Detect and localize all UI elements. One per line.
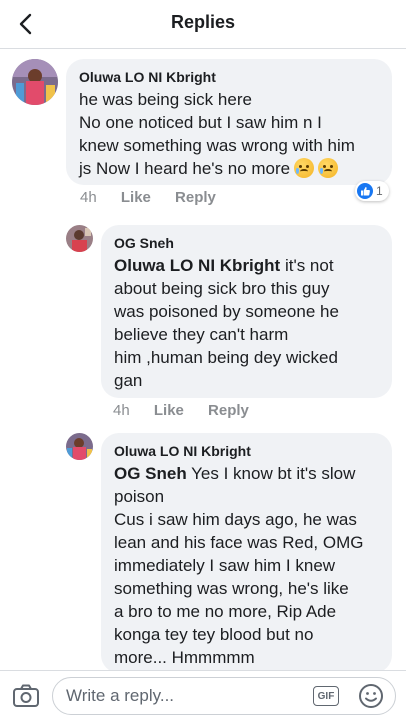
comment-timestamp: 4h	[113, 402, 130, 419]
comment-line: something was wrong, he's like	[114, 579, 349, 598]
crying-face-emoji-icon	[294, 158, 315, 178]
comment-line: a bro to me no more, Rip Ade	[114, 602, 337, 621]
comment-actions: 4h Like Reply	[113, 402, 269, 419]
reply-input[interactable]	[52, 677, 396, 715]
comment-author[interactable]: Oluwa LO NI Kbright	[79, 69, 379, 85]
comment-line: poison	[114, 487, 165, 506]
comment-author[interactable]: OG Sneh	[114, 235, 379, 251]
avatar[interactable]	[66, 433, 93, 460]
gif-button[interactable]: GIF	[313, 686, 339, 706]
reply-button[interactable]: Reply	[208, 402, 249, 419]
comment-line: was poisoned by someone he	[114, 302, 339, 321]
comment-text: he was being sick here No one noticed bu…	[79, 88, 379, 180]
comment-text: OG Sneh Yes I know bt it's slow poison C…	[114, 462, 379, 669]
camera-icon[interactable]	[12, 683, 40, 709]
thumbs-up-icon	[357, 183, 373, 199]
avatar[interactable]	[12, 59, 58, 105]
page-title: Replies	[170, 12, 236, 32]
comment-line: Yes I know bt it's slow	[186, 464, 356, 483]
comment-line: he was being sick here	[79, 90, 252, 109]
comment-author[interactable]: Oluwa LO NI Kbright	[114, 443, 379, 459]
top-bar: Replies	[0, 0, 406, 49]
comment-line: him ,human being dey wicked	[114, 348, 338, 367]
comment-line: more... Hmmmmm	[114, 648, 255, 667]
emoji-icon[interactable]	[358, 683, 384, 709]
comment-line: No one noticed but I saw him n I	[79, 113, 322, 132]
comment-line: it's not	[280, 256, 334, 275]
like-button[interactable]: Like	[154, 402, 184, 419]
reaction-count[interactable]: 1	[355, 181, 389, 201]
comment-bubble[interactable]: OG Sneh Oluwa LO NI Kbright it's not abo…	[101, 225, 392, 398]
comment-bubble[interactable]: Oluwa LO NI Kbright OG Sneh Yes I know b…	[101, 433, 392, 673]
comment-timestamp: 4h	[80, 189, 97, 206]
comment-line: immediately I saw him I knew	[114, 556, 336, 575]
comment-actions: 4h Like Reply	[80, 189, 236, 206]
comment-text: Oluwa LO NI Kbright it's not about being…	[114, 254, 379, 392]
like-button[interactable]: Like	[121, 189, 151, 206]
comment-line: Cus i saw him days ago, he was	[114, 510, 357, 529]
crying-face-emoji-icon	[318, 158, 339, 178]
comment-line: lean and his face was Red, OMG	[114, 533, 364, 552]
avatar[interactable]	[66, 225, 93, 252]
comment-line: believe they can't harm	[114, 325, 289, 344]
mention-link[interactable]: Oluwa LO NI Kbright	[114, 256, 280, 275]
reply-button[interactable]: Reply	[175, 189, 216, 206]
comment-line: knew something was wrong with him	[79, 136, 355, 155]
reply-composer: GIF	[0, 670, 406, 721]
comment-bubble[interactable]: Oluwa LO NI Kbright he was being sick he…	[66, 59, 392, 185]
reaction-count-value: 1	[376, 184, 383, 198]
mention-link[interactable]: OG Sneh	[114, 464, 187, 483]
comment-line: gan	[114, 371, 143, 390]
comment-line: konga tey tey blood but no	[114, 625, 314, 644]
comment-line: about being sick bro this guy	[114, 279, 330, 298]
comment-line: js Now I heard he's no more	[79, 159, 291, 178]
